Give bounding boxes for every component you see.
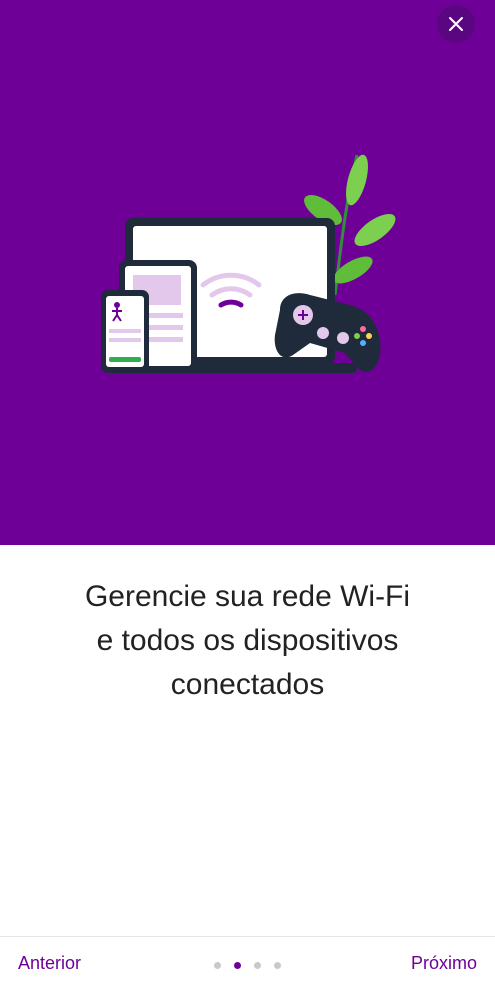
headline-line-3: conectados <box>170 668 325 701</box>
next-button[interactable]: Próximo <box>411 953 477 974</box>
hero-banner <box>0 0 495 545</box>
devices-illustration <box>101 154 396 373</box>
pagination-dot <box>254 962 261 969</box>
pagination-dot <box>274 962 281 969</box>
pagination-dot <box>214 962 221 969</box>
close-button[interactable] <box>437 5 475 43</box>
phone-icon <box>101 290 149 373</box>
headline-line-2: e todos os dispositivos <box>96 624 399 657</box>
headline-line-1: Gerencie sua rede Wi-Fi <box>84 580 411 613</box>
onboarding-footer: Anterior Próximo <box>0 936 495 1001</box>
pagination-dot-active <box>234 962 241 969</box>
close-icon <box>449 17 463 31</box>
onboarding-headline: Gerencie sua rede Wi-Fi e todos os dispo… <box>20 575 475 707</box>
